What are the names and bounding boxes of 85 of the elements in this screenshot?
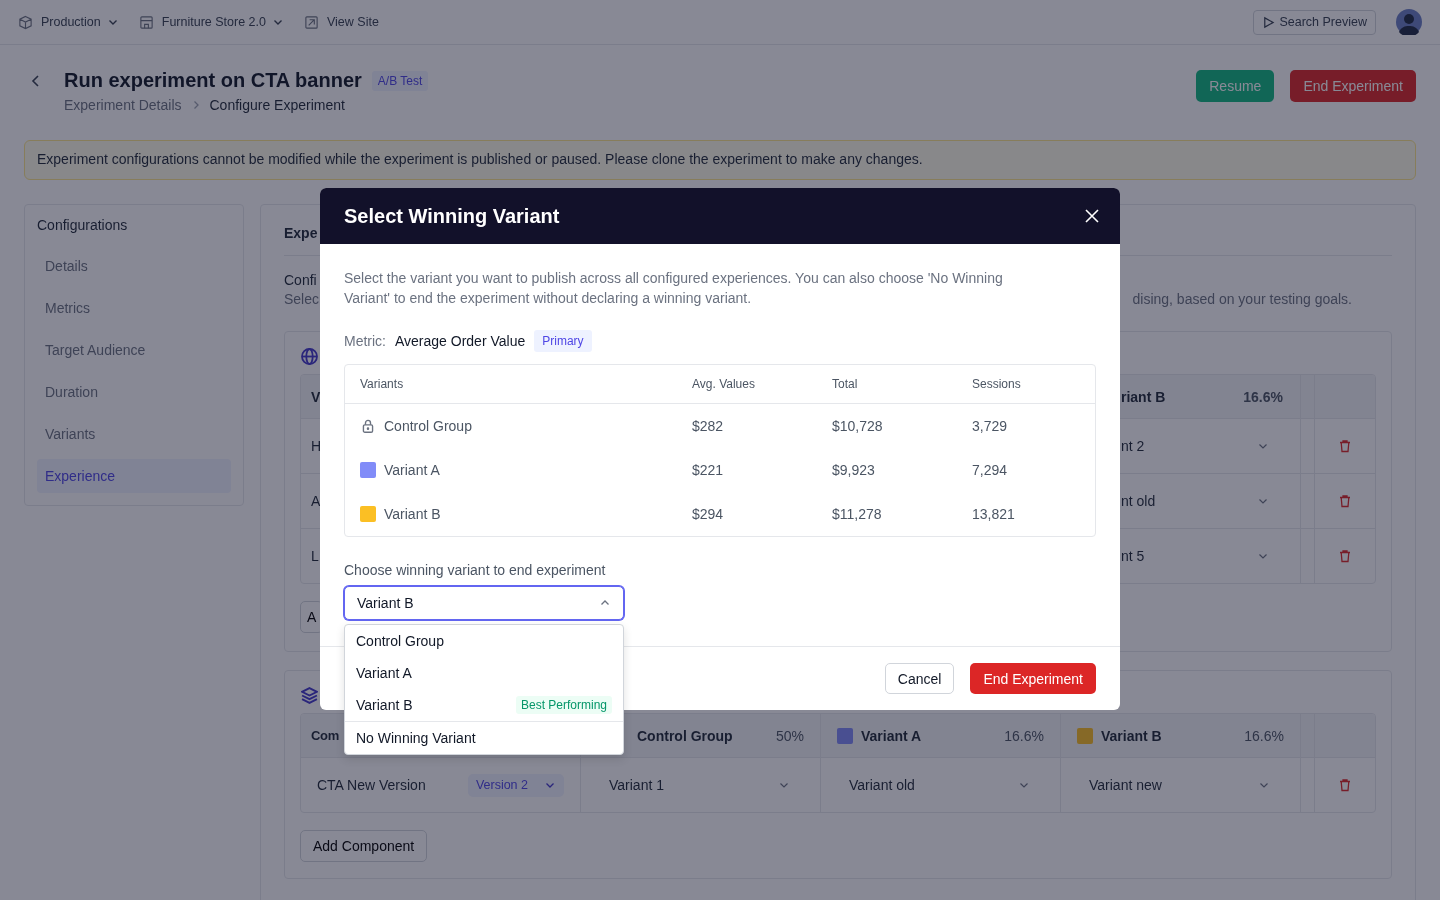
table-cell-text: $282 <box>692 418 725 434</box>
search-preview-button[interactable]: Search Preview <box>1253 9 1376 35</box>
variant-select[interactable]: nt 5 <box>1121 548 1145 564</box>
variant-select[interactable]: nt old <box>1121 493 1156 509</box>
table-header: Com <box>311 728 339 743</box>
share-percent: 50% <box>775 727 804 744</box>
winner-select[interactable]: Variant B <box>344 586 624 620</box>
column-header: Avg. Values <box>692 377 756 391</box>
table-cell-text: $10,728 <box>832 418 884 434</box>
trash-icon[interactable] <box>1338 549 1352 563</box>
sidebar-item[interactable]: Experience <box>37 459 231 493</box>
add-component-button[interactable]: Add Component <box>300 830 428 862</box>
sidebar-item[interactable]: Duration <box>37 375 231 409</box>
field-label: Choose winning variant to end experiment <box>344 562 607 578</box>
sidebar-item[interactable]: Target Audience <box>37 333 231 367</box>
table-cell: CTA New Version <box>317 777 426 793</box>
play-icon[interactable] <box>1262 15 1276 29</box>
table-header: V <box>311 388 321 405</box>
breadcrumb[interactable]: Experiment Details <box>64 97 182 113</box>
variant-select[interactable]: Variant new <box>1089 777 1162 793</box>
external-link-icon <box>304 14 319 30</box>
table-header: riant B <box>1121 388 1166 405</box>
best-performing-badge: Best Performing <box>515 696 612 714</box>
site-dropdown[interactable]: Furniture Store 2.0 <box>161 15 284 29</box>
table-cell-text: $11,278 <box>832 506 883 522</box>
environment-dropdown[interactable]: Production <box>41 15 119 29</box>
table-cell-text: 7,294 <box>972 462 1009 478</box>
section-description: Selec <box>284 291 320 307</box>
table-cell-text: 13,821 <box>972 506 1016 522</box>
globe-icon <box>301 348 318 365</box>
section-subtitle: Confi <box>284 272 317 288</box>
share-percent: 16.6% <box>1004 727 1044 744</box>
cube-icon <box>18 14 33 30</box>
modal-description: Select the variant you want to publish across all configured experiences. You can also choose 'No Winning Variant' to end the experiment without declaring a winning variant. <box>344 269 1004 308</box>
dialog-button[interactable]: Cancel <box>884 663 955 694</box>
table-header: Variant A <box>861 727 922 744</box>
breadcrumb[interactable]: Configure Experiment <box>209 97 345 113</box>
section-title: Expe <box>284 225 318 241</box>
table-cell: A <box>311 493 321 509</box>
variant-select[interactable]: nt 2 <box>1121 438 1145 454</box>
primary-tag: Primary <box>534 330 592 352</box>
table-cell: Variant A <box>384 462 440 478</box>
table-cell: Control Group <box>384 418 472 434</box>
column-header: Total <box>832 377 859 391</box>
table-cell: Variant B <box>384 506 441 522</box>
share-percent: 16.6% <box>1243 388 1283 405</box>
column-header: Variants <box>360 377 405 391</box>
close-icon[interactable] <box>1084 208 1100 224</box>
table-cell-text: $9,923 <box>832 462 876 478</box>
trash-icon[interactable] <box>1338 494 1352 508</box>
table-cell: L <box>311 548 319 564</box>
trash-icon[interactable] <box>1338 439 1352 453</box>
metric-name: Average Order Value <box>395 333 526 349</box>
variant-select[interactable]: Variant old <box>849 777 915 793</box>
sidebar-item[interactable]: Details <box>37 249 231 283</box>
test-tag: A/B Test <box>371 70 429 91</box>
dropdown-option[interactable]: Variant A <box>345 657 623 689</box>
table-header: Control Group <box>637 727 733 744</box>
table-header: Variant B <box>1101 727 1162 744</box>
sidebar-item[interactable]: Metrics <box>37 291 231 325</box>
column-header: Sessions <box>972 377 1022 391</box>
notice-banner: Experiment configurations cannot be modified while the experiment is published or paused. Please clone the experiment to make any changes. <box>24 140 1416 180</box>
metric-label: Metric: <box>344 333 386 349</box>
dialog-button[interactable]: End Experiment <box>970 663 1096 694</box>
page-title: Run experiment on CTA banner <box>64 69 362 92</box>
action-button[interactable]: End Experiment <box>1290 70 1416 102</box>
modal-title: Select Winning Variant <box>344 204 560 228</box>
dropdown-option[interactable]: Control Group <box>345 625 623 657</box>
trash-icon[interactable] <box>1338 778 1352 792</box>
share-percent: 16.6% <box>1244 727 1284 744</box>
sidebar-title: Configurations <box>37 217 129 235</box>
view-site-link[interactable]: View Site <box>327 15 379 29</box>
store-icon <box>138 14 154 30</box>
table-cell-text: 3,729 <box>972 418 1009 434</box>
table-cell: H <box>311 438 322 454</box>
version-select[interactable]: Version 2 <box>467 773 564 797</box>
avatar[interactable] <box>1396 9 1422 35</box>
layers-icon <box>301 687 318 704</box>
section-description: dising, based on your testing goals. <box>1132 291 1352 307</box>
table-cell-text: $221 <box>692 462 725 478</box>
variant-select[interactable]: Variant 1 <box>609 777 664 793</box>
table-cell-text: $294 <box>692 506 725 522</box>
lock-icon <box>360 418 376 434</box>
sidebar-item[interactable]: Variants <box>37 417 231 451</box>
dropdown-option[interactable]: Variant B Best Performing <box>345 689 623 721</box>
